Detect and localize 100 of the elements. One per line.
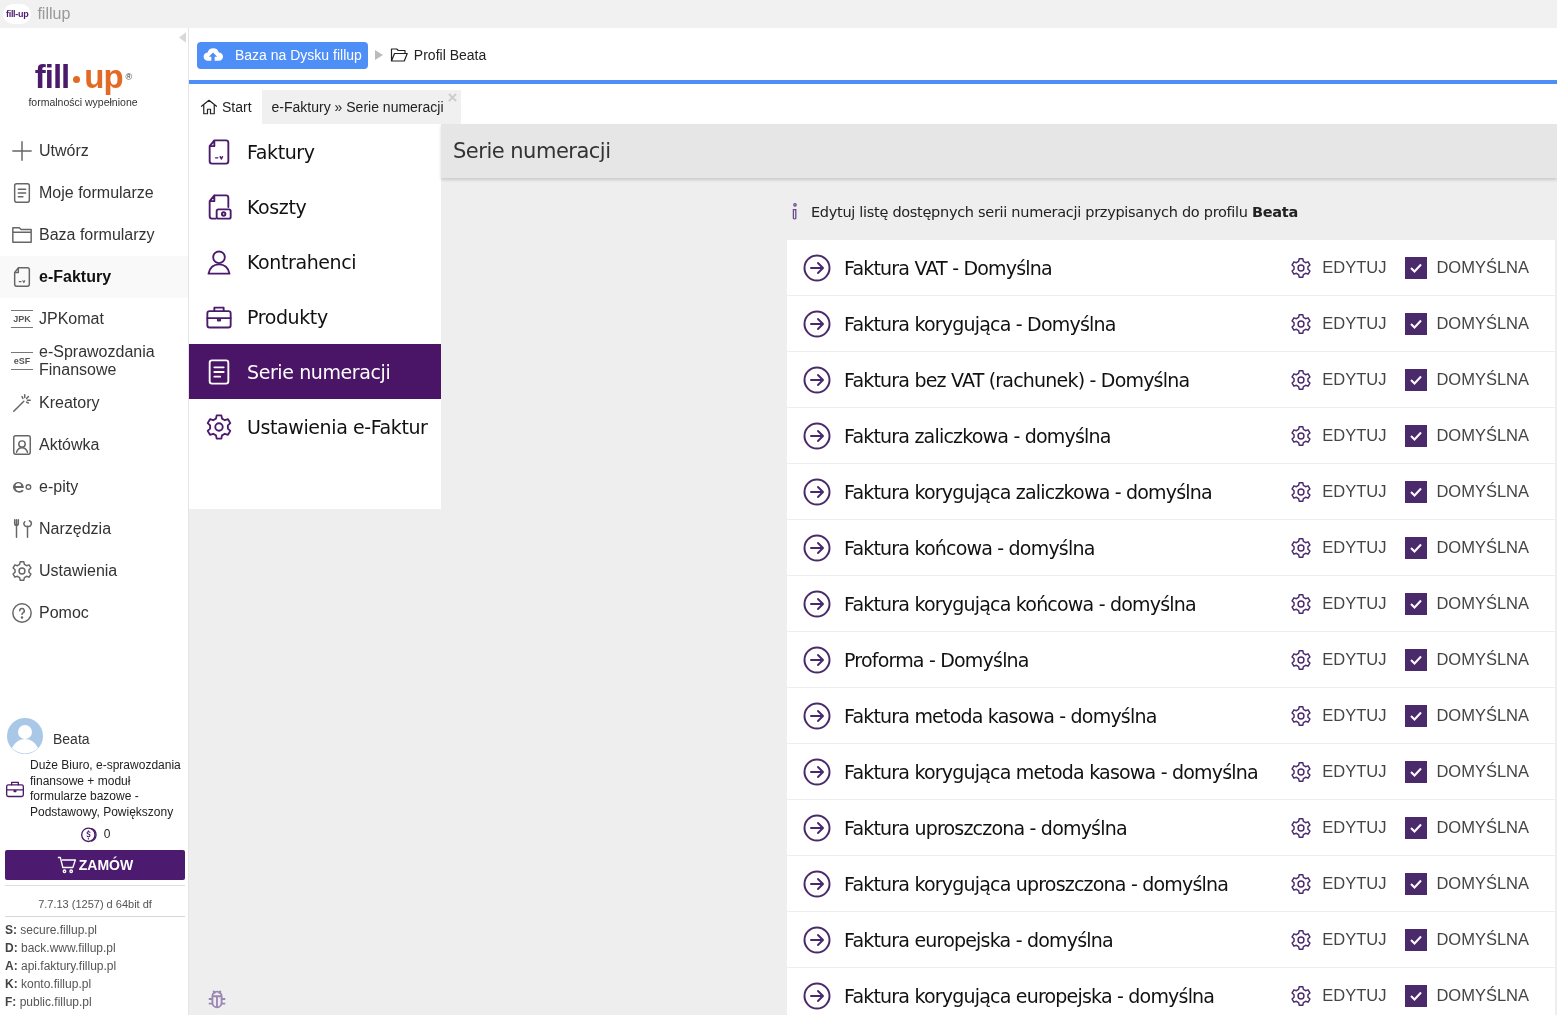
series-name: Faktura metoda kasowa - domyślna	[844, 704, 1158, 727]
settings-icon	[1290, 368, 1313, 391]
nav-item[interactable]: Moje formularze	[0, 172, 188, 214]
arrow-right-icon	[803, 701, 831, 730]
plan-text: Duże Biuro, e-sprawozdania finansowe + moduł formularze bazowe - Podstawowy, Powiększony	[30, 758, 182, 820]
check-icon	[1410, 990, 1423, 1001]
info-icon	[791, 202, 799, 222]
check-icon	[1410, 878, 1423, 889]
edit-button[interactable]: EDYTUJ	[1290, 424, 1387, 447]
checkbox-label: DOMYŚLNA	[1436, 482, 1529, 501]
settings-icon	[11, 560, 33, 582]
server-line: F: public.fillup.pl	[5, 994, 93, 1011]
submenu-item[interactable]: Koszty	[189, 179, 441, 234]
briefcase-icon	[5, 779, 25, 799]
series-name: Faktura korygująca europejska - domyślna	[844, 984, 1216, 1007]
settings-icon	[1290, 872, 1313, 895]
tools-icon	[11, 518, 33, 540]
arrow-right-icon	[803, 533, 831, 562]
checkbox[interactable]	[1405, 872, 1428, 895]
nav-item[interactable]: Kreatory	[0, 382, 188, 424]
edit-button[interactable]: EDYTUJ	[1290, 480, 1387, 503]
edit-button[interactable]: EDYTUJ	[1290, 816, 1387, 839]
tab[interactable]: Start	[196, 90, 256, 124]
arrow-right-icon	[803, 309, 831, 338]
server-line: A: api.faktury.fillup.pl	[5, 958, 118, 975]
checkbox[interactable]	[1405, 760, 1428, 783]
nav-item[interactable]: Ustawienia	[0, 550, 188, 592]
nav-item[interactable]: e-pity	[0, 466, 188, 508]
app-icon: fill-up	[3, 4, 32, 24]
edit-button[interactable]: EDYTUJ	[1290, 592, 1387, 615]
home-icon	[200, 98, 218, 116]
nav-item[interactable]: JPK JPKomat	[0, 298, 188, 340]
series-name: Faktura korygująca uproszczona - domyślna	[844, 872, 1230, 895]
arrow-right-icon	[803, 253, 831, 282]
checkbox[interactable]	[1405, 592, 1428, 615]
edit-button[interactable]: EDYTUJ	[1290, 536, 1387, 559]
submenu-item[interactable]: Kontrahenci	[189, 234, 441, 289]
checkbox[interactable]	[1405, 312, 1428, 335]
order-button[interactable]: ZAMÓW	[5, 850, 185, 880]
edit-button[interactable]: EDYTUJ	[1290, 872, 1387, 895]
checkbox[interactable]	[1405, 424, 1428, 447]
nav-item[interactable]: Pomoc	[0, 592, 188, 634]
settings-icon	[1290, 592, 1313, 615]
nav-item[interactable]: Aktówka	[0, 424, 188, 466]
arrow-right-icon	[803, 589, 831, 618]
checkbox[interactable]	[1405, 536, 1428, 559]
series-name: Faktura europejska - domyślna	[844, 928, 1114, 951]
series-name: Faktura VAT - Domyślna	[844, 256, 1053, 279]
series-name: Faktura końcowa - domyślna	[844, 536, 1096, 559]
nav-item[interactable]: e-Faktury	[0, 256, 188, 298]
arrow-right-icon	[803, 981, 831, 1010]
server-line: K: konto.fillup.pl	[5, 976, 93, 993]
series-name: Faktura korygująca - Domyślna	[844, 312, 1117, 335]
checkbox[interactable]	[1405, 368, 1428, 391]
submenu-item[interactable]: Faktury	[189, 124, 441, 179]
cart-icon	[56, 855, 77, 875]
checkbox[interactable]	[1405, 704, 1428, 727]
submenu-item[interactable]: Ustawienia e-Faktur	[189, 399, 441, 454]
settings-icon	[1290, 312, 1313, 335]
settings-icon	[1290, 424, 1313, 447]
checkbox-label: DOMYŚLNA	[1436, 818, 1529, 837]
checkbox-label: DOMYŚLNA	[1436, 314, 1529, 333]
submenu-item[interactable]: Produkty	[189, 289, 441, 344]
check-icon	[1410, 318, 1423, 329]
submenu-item[interactable]: Serie numeracji	[189, 344, 441, 399]
settings-icon	[1290, 760, 1313, 783]
tab[interactable]: e-Faktury » Serie numeracji	[261, 90, 461, 124]
edit-button[interactable]: EDYTUJ	[1290, 312, 1387, 335]
checkbox[interactable]	[1405, 256, 1428, 279]
checkbox[interactable]	[1405, 480, 1428, 503]
arrow-right-icon	[803, 365, 831, 394]
settings-icon	[1290, 256, 1313, 279]
edit-button[interactable]: EDYTUJ	[1290, 984, 1387, 1007]
edit-button[interactable]: EDYTUJ	[1290, 928, 1387, 951]
edit-button[interactable]: EDYTUJ	[1290, 760, 1387, 783]
series-name: Faktura korygująca końcowa - domyślna	[844, 592, 1197, 615]
nav-item[interactable]: Utwórz	[0, 130, 188, 172]
nav-item[interactable]: Baza formularzy	[0, 214, 188, 256]
checkbox[interactable]	[1405, 816, 1428, 839]
edit-button[interactable]: EDYTUJ	[1290, 648, 1387, 671]
close-icon	[447, 93, 457, 102]
profile-link[interactable]: Profil Beata	[389, 46, 487, 64]
server-line: D: back.www.fillup.pl	[5, 940, 117, 957]
edit-button[interactable]: EDYTUJ	[1290, 256, 1387, 279]
edit-button[interactable]: EDYTUJ	[1290, 704, 1387, 727]
checkbox-label: DOMYŚLNA	[1436, 258, 1529, 277]
check-icon	[1410, 542, 1423, 553]
checkbox[interactable]	[1405, 648, 1428, 671]
checkbox[interactable]	[1405, 928, 1428, 951]
checkbox-label: DOMYŚLNA	[1436, 930, 1529, 949]
check-icon	[1410, 486, 1423, 497]
edit-button[interactable]: EDYTUJ	[1290, 368, 1387, 391]
checkbox-label: DOMYŚLNA	[1436, 370, 1529, 389]
contact-card-icon	[11, 434, 33, 456]
nav-item[interactable]: Narzędzia	[0, 508, 188, 550]
checkbox[interactable]	[1405, 984, 1428, 1007]
invoice-icon	[11, 266, 33, 288]
folder-icon	[11, 224, 33, 246]
check-icon	[1410, 374, 1423, 385]
series-name: Proforma - Domyślna	[844, 648, 1030, 671]
